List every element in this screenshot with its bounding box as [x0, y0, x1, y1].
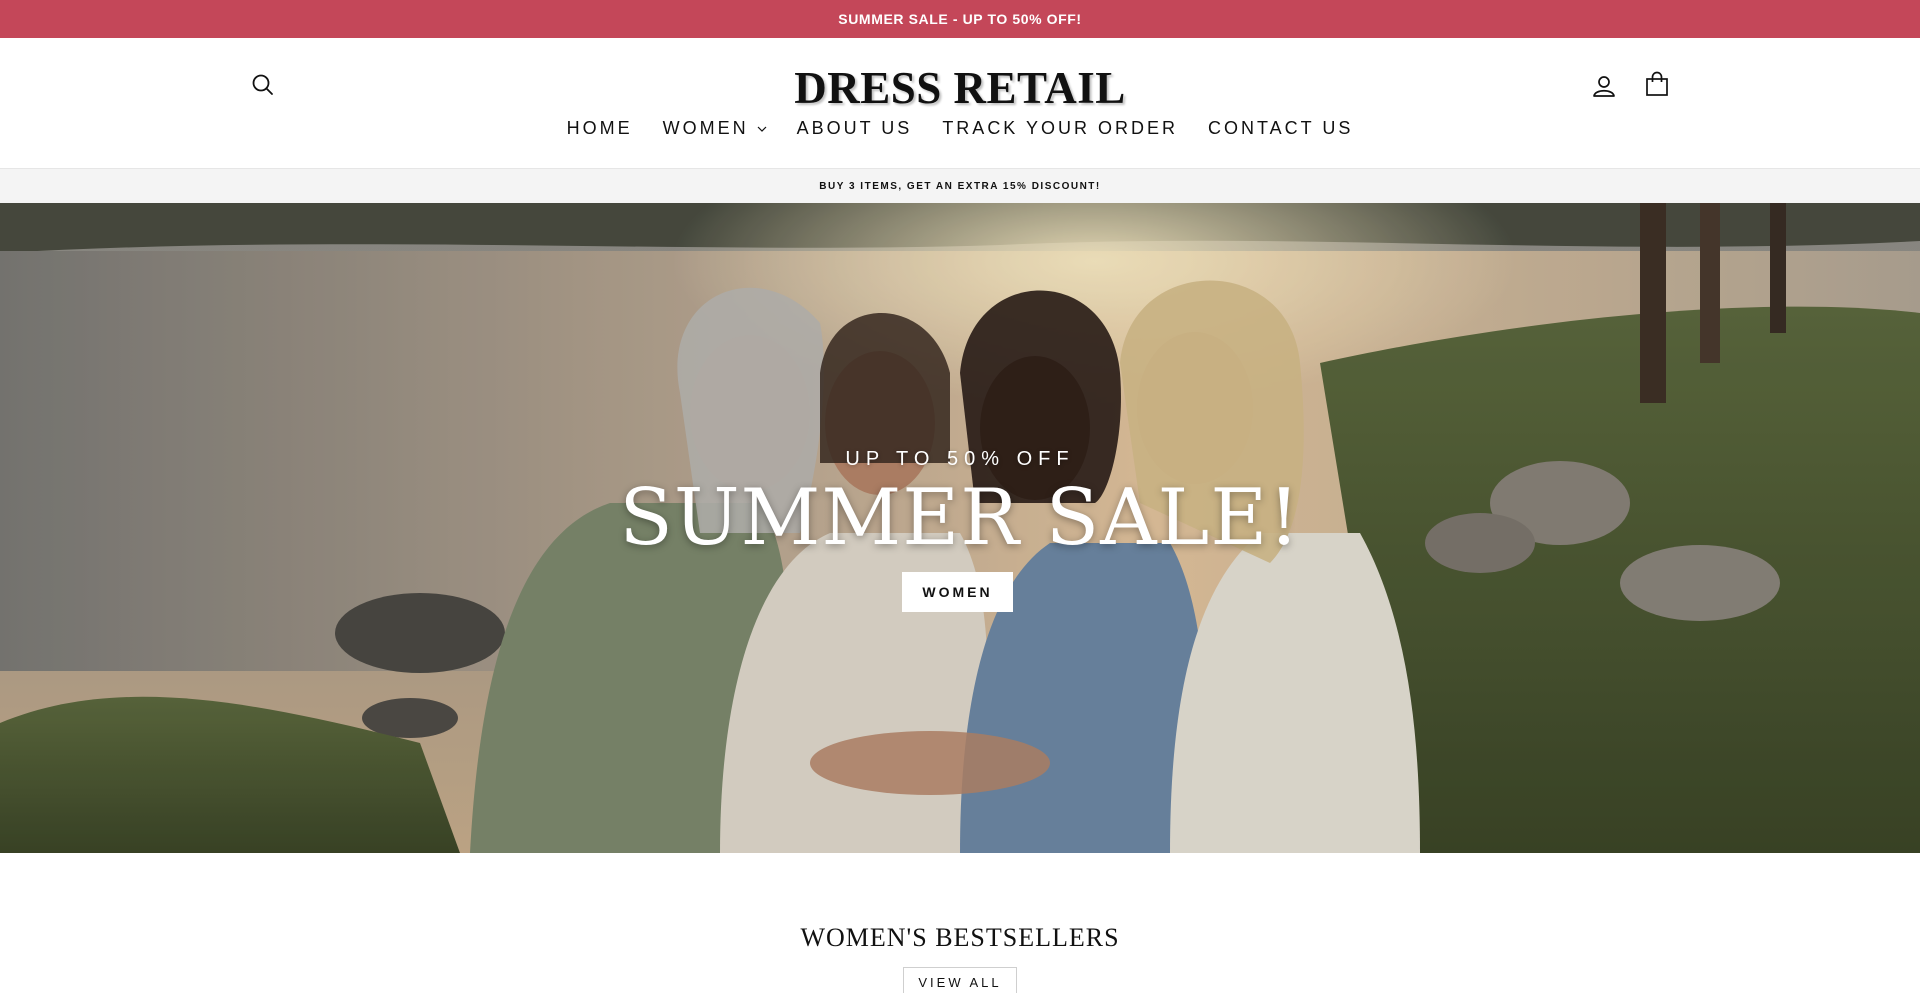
nav-item-women[interactable]: WOMEN	[663, 118, 767, 139]
account-button[interactable]	[1590, 72, 1618, 100]
site-header: DRESS RETAIL HOME WOMEN ABOUT US TRACK Y…	[0, 38, 1920, 169]
user-icon	[1593, 76, 1615, 97]
bag-icon	[1646, 71, 1668, 96]
announcement-bar: SUMMER SALE - UP TO 50% OFF!	[0, 0, 1920, 38]
nav-item-label: HOME	[566, 118, 633, 138]
nav-item-home[interactable]: HOME	[567, 118, 633, 139]
site-logo[interactable]: DRESS RETAIL	[0, 62, 1920, 114]
nav-item-contact-us[interactable]: CONTACT US	[1208, 118, 1353, 139]
chevron-down-icon	[757, 126, 767, 132]
hero-subtitle: UP TO 50% OFF	[845, 448, 1075, 470]
nav-item-label: ABOUT US	[796, 118, 913, 138]
promo-bar: BUY 3 ITEMS, GET AN EXTRA 15% DISCOUNT!	[0, 169, 1920, 203]
view-all-button[interactable]: VIEW ALL	[903, 967, 1017, 993]
nav-item-label: TRACK YOUR ORDER	[942, 118, 1179, 138]
hero-content: UP TO 50% OFF SUMMER SALE! WOMEN	[0, 203, 1920, 853]
hero-women-button[interactable]: WOMEN	[902, 572, 1013, 612]
nav-item-label: CONTACT US	[1208, 118, 1354, 138]
nav-item-label: WOMEN	[662, 118, 749, 138]
bestsellers-title: WOMEN'S BESTSELLERS	[800, 923, 1120, 952]
main-nav: HOME WOMEN ABOUT US TRACK YOUR ORDER CON…	[0, 118, 1920, 139]
nav-item-track-order[interactable]: TRACK YOUR ORDER	[942, 118, 1178, 139]
cart-button[interactable]	[1643, 70, 1671, 98]
promo-text: BUY 3 ITEMS, GET AN EXTRA 15% DISCOUNT!	[819, 180, 1101, 192]
announcement-text: SUMMER SALE - UP TO 50% OFF!	[838, 11, 1082, 27]
hero-title: SUMMER SALE!	[619, 473, 1301, 563]
hero-banner[interactable]: UP TO 50% OFF SUMMER SALE! WOMEN	[0, 203, 1920, 853]
nav-item-about-us[interactable]: ABOUT US	[797, 118, 913, 139]
